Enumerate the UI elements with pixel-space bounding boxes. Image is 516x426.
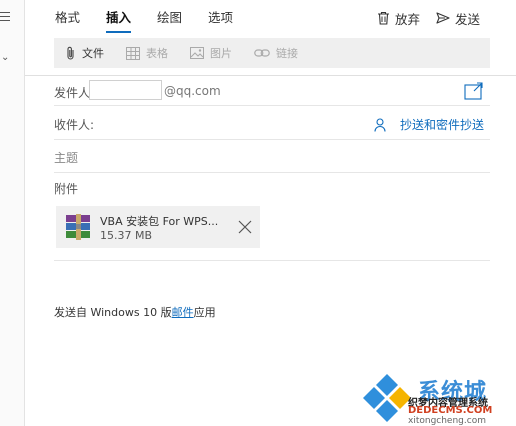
body-divider (54, 260, 490, 261)
from-domain: @qq.com (164, 84, 221, 98)
send-icon (436, 12, 450, 24)
table-icon (126, 46, 140, 60)
insert-file-label: 文件 (82, 47, 104, 60)
left-pane-edge: ⌄ (0, 0, 25, 426)
watermark-line2: DEDECMS.COM (408, 405, 493, 416)
insert-link-label: 链接 (276, 47, 298, 60)
insert-picture-button[interactable]: 图片 (190, 45, 232, 61)
attachments-label: 附件 (54, 182, 79, 196)
archive-icon (66, 214, 90, 240)
watermark: 系统城 织梦内容管理系统 DEDECMS.COM xitongcheng.com (362, 372, 516, 426)
insert-toolbar: 文件 表格 图片 链接 (54, 38, 490, 68)
paperclip-icon (67, 46, 74, 60)
message-actions: 放弃 发送 (361, 0, 480, 36)
cc-bcc-label: 抄送和密件抄送 (399, 118, 484, 132)
tab-options[interactable]: 选项 (208, 0, 233, 36)
from-label: 发件人 (54, 86, 91, 100)
link-icon (254, 49, 270, 57)
message-body[interactable]: 发送自 Windows 10 版邮件应用 (54, 304, 216, 320)
insert-picture-label: 图片 (210, 47, 232, 60)
ribbon-tabs: 格式 插入 绘图 选项 (55, 0, 259, 36)
pop-out-icon[interactable] (464, 82, 484, 100)
insert-table-button[interactable]: 表格 (126, 45, 168, 61)
to-label: 收件人: (54, 118, 95, 132)
send-label: 发送 (454, 11, 480, 27)
send-button[interactable]: 发送 (436, 9, 480, 28)
signature-mail-link[interactable]: 邮件 (172, 306, 194, 319)
picture-icon (190, 47, 204, 59)
from-account-field[interactable] (89, 80, 162, 100)
windows-logo-icon (363, 374, 411, 422)
tab-draw[interactable]: 绘图 (157, 0, 182, 36)
insert-link-button[interactable]: 链接 (254, 45, 298, 61)
subject-placeholder[interactable]: 主题 (54, 149, 78, 166)
cc-bcc-button[interactable]: 抄送和密件抄送 (374, 116, 484, 133)
person-icon (374, 117, 386, 132)
signature-prefix: 发送自 Windows 10 版 (54, 306, 172, 319)
mail-compose-window: ⌄ 格式 插入 绘图 选项 放弃 发送 文件 表格 图片 链接 发件人 @qq.… (0, 0, 516, 426)
hamburger-menu-icon[interactable] (0, 12, 10, 22)
to-row[interactable]: 收件人: 抄送和密件抄送 (54, 108, 490, 140)
remove-attachment-icon[interactable] (238, 220, 252, 234)
insert-file-button[interactable]: 文件 (66, 45, 104, 61)
trash-icon (377, 11, 389, 25)
subject-row[interactable]: 主题 (54, 141, 490, 173)
attachment-card[interactable]: VBA 安装包 For WPS... 15.37 MB (56, 206, 260, 248)
header-divider (25, 75, 516, 76)
tab-format[interactable]: 格式 (55, 0, 80, 36)
insert-table-label: 表格 (146, 47, 168, 60)
attachment-name: VBA 安装包 For WPS... (100, 215, 219, 228)
tab-insert[interactable]: 插入 (106, 0, 132, 36)
from-row: 发件人 @qq.com (54, 78, 490, 106)
attachment-size: 15.37 MB (100, 229, 153, 242)
discard-label: 放弃 (394, 11, 420, 27)
discard-button[interactable]: 放弃 (377, 9, 420, 28)
chevron-down-icon[interactable]: ⌄ (1, 52, 9, 63)
watermark-line3: xitongcheng.com (408, 416, 486, 426)
signature-suffix: 应用 (193, 306, 216, 319)
